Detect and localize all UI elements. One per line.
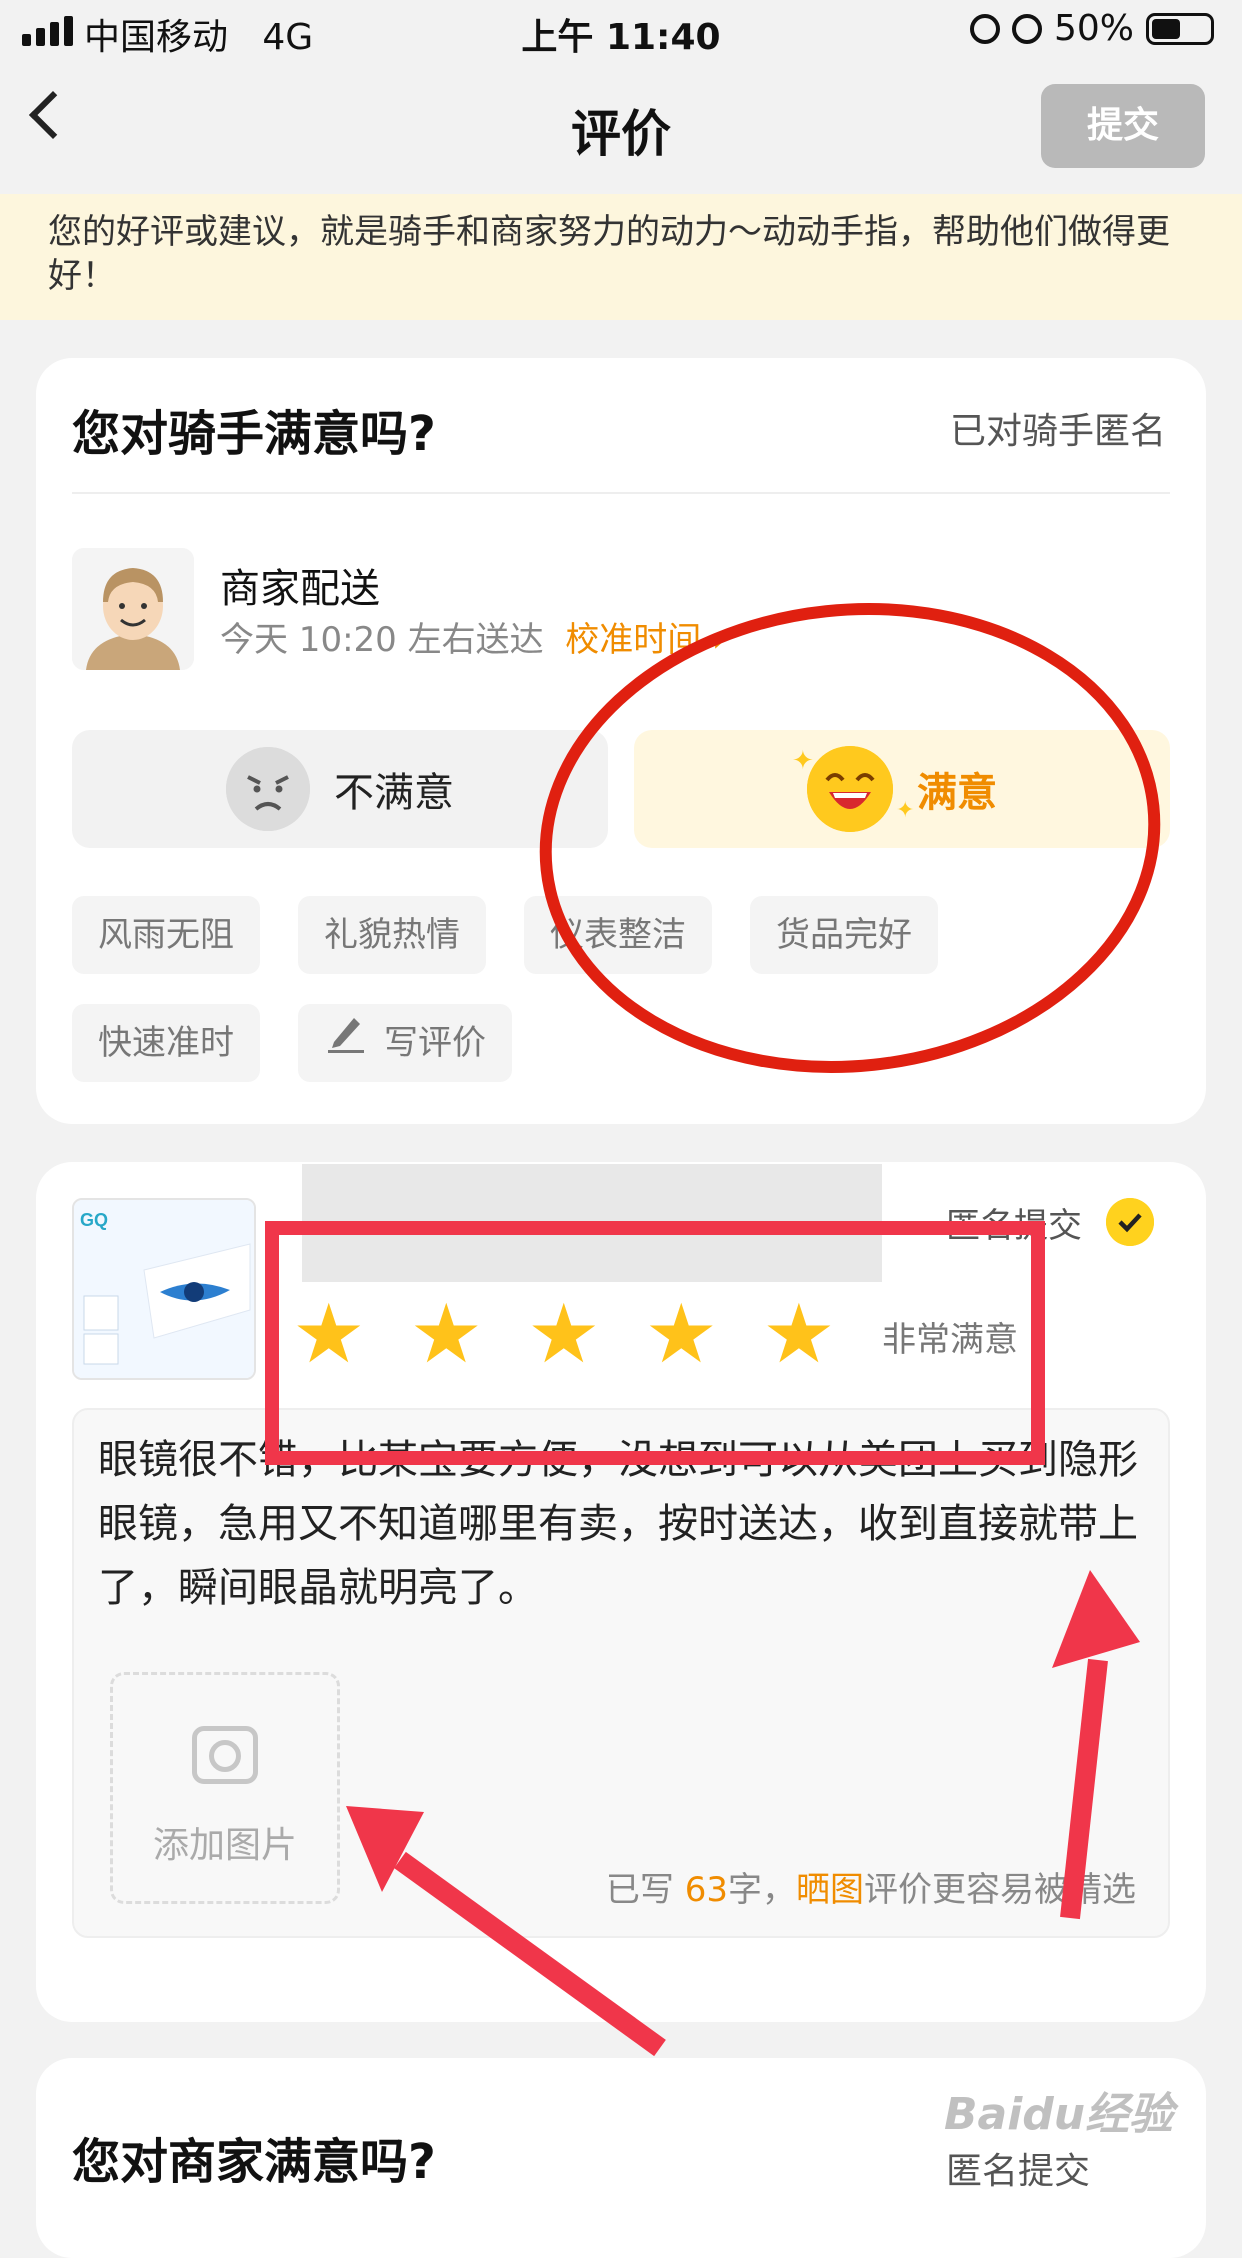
sparkle-icon: ✦ [792, 746, 814, 776]
rotation-lock-icon [969, 13, 1000, 44]
star-icon[interactable]: ★ [762, 1294, 836, 1376]
chevron-right-icon: › [712, 620, 726, 660]
rider-name: 商家配送 [220, 566, 380, 612]
rider-card-title: 您对骑手满意吗? [72, 406, 436, 462]
rider-tag[interactable]: 仪表整洁 [524, 896, 712, 974]
star-icon[interactable]: ★ [292, 1294, 366, 1376]
checkmark-icon[interactable] [1106, 1198, 1154, 1246]
sad-face-icon [226, 747, 310, 831]
notice-text: 您的好评或建议，就是骑手和商家努力的动力～动动手指，帮助他们做得更好！ [48, 212, 1170, 296]
rating-label: 非常满意 [882, 1320, 1018, 1360]
merchant-anonymous-label[interactable]: 匿名提交 [946, 2142, 1090, 2194]
unsatisfied-label: 不满意 [334, 770, 454, 816]
submit-button[interactable]: 提交 [1041, 84, 1205, 168]
unsatisfied-button[interactable]: 不满意 [72, 730, 608, 848]
add-photo-button[interactable] [110, 1672, 340, 1904]
star-rating[interactable]: ★ ★ ★ ★ ★ [292, 1294, 836, 1376]
star-icon[interactable]: ★ [645, 1294, 719, 1376]
watermark: Baidu经验 [944, 2089, 1174, 2140]
sparkle-icon: ✦ [896, 798, 915, 823]
star-icon[interactable]: ★ [527, 1294, 601, 1376]
delivery-time: 今天 10:20 左右送达 校准时间 › [220, 620, 726, 660]
satisfied-button[interactable]: 满意 [634, 730, 1170, 848]
rider-avatar [72, 548, 194, 670]
pencil-icon [324, 1004, 368, 1082]
photo-word: 晒图 [796, 1870, 864, 1910]
char-count: 63 [684, 1870, 728, 1910]
write-review-label: 写评价 [384, 1023, 486, 1063]
alarm-icon [1011, 13, 1042, 44]
anonymous-submit-label[interactable]: 匿名提交 [946, 1198, 1082, 1247]
battery-icon [1146, 12, 1214, 45]
svg-text:GQ: GQ [80, 1210, 108, 1230]
char-count-hint: 已写 63字，晒图评价更容易被精选 [605, 1870, 1136, 1910]
happy-face-icon [807, 746, 893, 832]
rider-tag[interactable]: 货品完好 [750, 896, 938, 974]
divider [72, 492, 1170, 494]
status-right: 50% [969, 8, 1214, 49]
rider-tag[interactable]: 风雨无阻 [72, 896, 260, 974]
rider-anonymous-label[interactable]: 已对骑手匿名 [950, 402, 1166, 454]
battery-percent: 50% [1053, 8, 1134, 49]
rider-tag[interactable]: 礼貌热情 [298, 896, 486, 974]
product-image: GQ [72, 1198, 256, 1380]
product-name-redacted [302, 1164, 882, 1282]
camera-lens [209, 1740, 241, 1772]
calibrate-time-link[interactable]: 校准时间 [565, 620, 701, 660]
review-text[interactable]: 眼镜很不错，比某宝要方便，没想到可以从美团上买到隐形眼镜，急用又不知道哪里有卖，… [98, 1428, 1148, 1620]
rider-tag[interactable]: 快速准时 [72, 1004, 260, 1082]
star-icon[interactable]: ★ [410, 1294, 484, 1376]
satisfied-label: 满意 [917, 770, 997, 816]
write-review-button[interactable]: 写评价 [298, 1004, 512, 1082]
add-photo-label: 添加图片 [152, 1825, 297, 1866]
merchant-card-title: 您对商家满意吗? [72, 2134, 436, 2190]
